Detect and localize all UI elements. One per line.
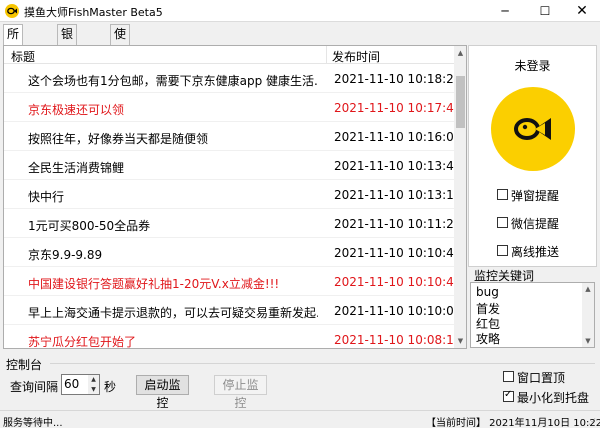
news-list-scrollbar[interactable]: ▲ ▼ xyxy=(454,46,466,348)
offline-push-label: 离线推送 xyxy=(511,245,560,259)
minimize-button[interactable]: ─ xyxy=(485,0,525,22)
news-time: 2021-11-10 10:10:48 xyxy=(334,275,462,289)
start-monitor-button[interactable]: 启动监控 xyxy=(136,375,189,410)
news-time: 2021-11-10 10:10:03 xyxy=(334,304,462,318)
news-time: 2021-11-10 10:10:49 xyxy=(334,246,462,260)
interval-stepper[interactable]: ▲ ▼ xyxy=(88,374,100,395)
status-bar: 服务等待中... 【当前时间】 2021年11月10日 10:22:11 ⋰ xyxy=(0,410,600,428)
stop-monitor-button[interactable]: 停止监控 xyxy=(214,375,267,410)
popup-alert-label: 弹窗提醒 xyxy=(511,189,560,203)
news-title[interactable]: 快中行 xyxy=(28,188,318,205)
news-time: 2021-11-10 10:16:03 xyxy=(334,130,462,144)
interval-unit-label: 秒 xyxy=(104,380,117,394)
window-title: 摸鱼大师FishMaster Beta5 xyxy=(24,6,163,19)
news-title[interactable]: 中国建设银行答题赢好礼抽1-20元V.x立减金!!! xyxy=(28,275,318,292)
column-header-title[interactable]: 标题 xyxy=(11,48,35,65)
news-row[interactable]: 早上上海交通卡提示退款的，可以去可疑交易重新发起... 2021-11-10 10… xyxy=(4,297,461,325)
news-time: 2021-11-10 10:08:19 xyxy=(334,333,462,347)
news-row[interactable]: 京东极速还可以领 2021-11-10 10:17:47 xyxy=(4,94,461,122)
news-time: 2021-11-10 10:18:20 xyxy=(334,72,462,86)
news-row[interactable]: 按照往年，好像券当天都是随便领 2021-11-10 10:16:03 xyxy=(4,123,461,151)
title-bar: 摸鱼大师FishMaster Beta5 ─ ☐ ✕ xyxy=(0,0,600,22)
control-section-label: 控制台 xyxy=(6,358,43,372)
tab-instructions[interactable]: 使用说明 xyxy=(110,24,131,98)
scrollbar-thumb[interactable] xyxy=(456,76,465,128)
keywords-textarea[interactable]: bug 首发 红包 攻略 ▲ ▼ xyxy=(470,282,595,348)
column-divider[interactable] xyxy=(326,46,327,64)
keyword-item: 攻略 xyxy=(476,332,501,346)
current-time: 【当前时间】 2021年11月10日 10:22:11 xyxy=(426,418,600,428)
news-time: 2021-11-10 10:13:48 xyxy=(334,159,462,173)
column-header-time[interactable]: 发布时间 xyxy=(332,48,380,65)
interval-input[interactable]: 60 xyxy=(61,374,89,395)
news-row[interactable]: 京东9.9-9.89 2021-11-10 10:10:49 xyxy=(4,239,461,267)
maximize-button[interactable]: ☐ xyxy=(525,0,565,22)
news-row[interactable]: 快中行 2021-11-10 10:13:18 xyxy=(4,181,461,209)
offline-push-checkbox[interactable] xyxy=(497,245,508,256)
login-status[interactable]: 未登录 xyxy=(469,57,596,74)
keywords-scrollbar[interactable]: ▲ ▼ xyxy=(582,283,594,347)
minimize-tray-label: 最小化到托盘 xyxy=(517,391,590,405)
resize-grip-icon[interactable]: ⋰ xyxy=(588,417,596,426)
news-time: 2021-11-10 10:17:47 xyxy=(334,101,462,115)
news-row[interactable]: 中国建设银行答题赢好礼抽1-20元V.x立减金!!! 2021-11-10 10:… xyxy=(4,268,461,296)
account-panel: 未登录 弹窗提醒 微信提醒 离线推送 xyxy=(468,45,597,267)
news-row[interactable]: 苏宁瓜分红包开始了 2021-11-10 10:08:19 xyxy=(4,326,461,348)
news-title[interactable]: 这个会场也有1分包邮，需要下京东健康app 健康生活... xyxy=(28,72,318,89)
scroll-down-icon[interactable]: ▼ xyxy=(454,334,466,348)
tab-all-news[interactable]: 所有线报 xyxy=(3,24,24,98)
news-time: 2021-11-10 10:13:18 xyxy=(334,188,462,202)
news-title[interactable]: 苏宁瓜分红包开始了 xyxy=(28,333,318,348)
news-title[interactable]: 按照往年，好像券当天都是随便领 xyxy=(28,130,318,147)
decrement-icon[interactable]: ▼ xyxy=(88,385,99,395)
increment-icon[interactable]: ▲ xyxy=(88,375,99,385)
pin-window-label: 窗口置顶 xyxy=(517,371,566,385)
pin-window-checkbox[interactable] xyxy=(503,371,514,382)
news-row[interactable]: 全民生活消费锦鲤 2021-11-10 10:13:48 xyxy=(4,152,461,180)
scroll-up-icon[interactable]: ▲ xyxy=(454,46,466,60)
fish-logo-icon xyxy=(5,4,19,18)
close-button[interactable]: ✕ xyxy=(562,0,600,22)
tab-bank-activities[interactable]: 银行活动 xyxy=(57,24,78,98)
news-title[interactable]: 京东9.9-9.89 xyxy=(28,246,318,263)
wechat-alert-label: 微信提醒 xyxy=(511,217,560,231)
news-title[interactable]: 全民生活消费锦鲤 xyxy=(28,159,318,176)
news-row[interactable]: 1元可买800-50全品券 2021-11-10 10:11:23 xyxy=(4,210,461,238)
news-title[interactable]: 京东极速还可以领 xyxy=(28,101,318,118)
scroll-up-icon[interactable]: ▲ xyxy=(582,283,594,295)
news-title[interactable]: 早上上海交通卡提示退款的，可以去可疑交易重新发起... xyxy=(28,304,318,321)
news-title[interactable]: 1元可买800-50全品券 xyxy=(28,217,318,234)
interval-label: 查询间隔 xyxy=(10,380,59,394)
news-list[interactable]: 标题 发布时间 这个会场也有1分包邮，需要下京东健康app 健康生活... 202… xyxy=(3,45,467,349)
scroll-down-icon[interactable]: ▼ xyxy=(582,335,594,347)
fish-avatar-icon[interactable] xyxy=(491,87,575,171)
news-time: 2021-11-10 10:11:23 xyxy=(334,217,462,231)
news-row[interactable]: 这个会场也有1分包邮，需要下京东健康app 健康生活... 2021-11-10 … xyxy=(4,65,461,93)
keyword-item: bug xyxy=(476,285,499,299)
popup-alert-checkbox[interactable] xyxy=(497,189,508,200)
divider xyxy=(50,363,595,364)
news-list-header: 标题 发布时间 xyxy=(4,46,454,64)
minimize-tray-checkbox[interactable] xyxy=(503,389,514,402)
wechat-alert-checkbox[interactable] xyxy=(497,217,508,228)
service-status: 服务等待中... xyxy=(3,418,63,428)
